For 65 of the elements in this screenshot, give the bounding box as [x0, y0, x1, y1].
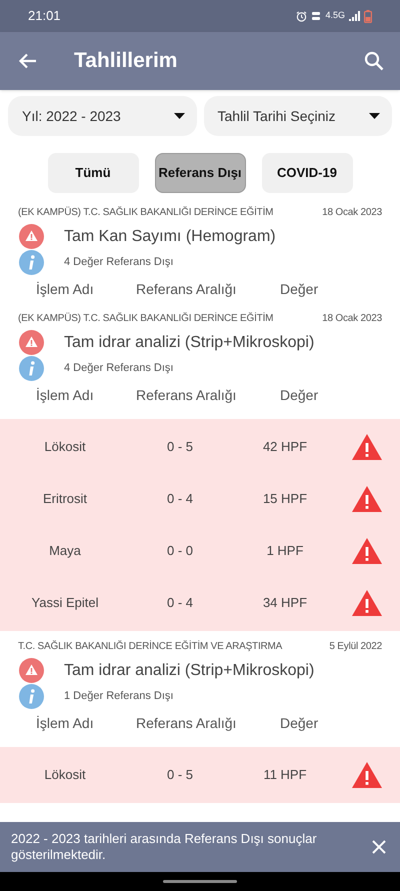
battery-icon [364, 10, 372, 22]
institution-name: (EK KAMPÜS) T.C. SAĞLIK BAKANLIĞI DERİNCE EĞİTİM [18, 311, 274, 326]
clock-time: 21:01 [28, 7, 61, 26]
test-name: Tam idrar analizi (Strip+Mikroskopi) [64, 660, 314, 680]
column-header: İşlem Adı [35, 386, 95, 405]
close-icon[interactable] [372, 840, 386, 854]
filter-tab[interactable]: Tümü [48, 153, 138, 193]
out-of-range-count: 4 Değer Referans Dışı [64, 255, 174, 270]
table-cell-text: 34 HPF [262, 594, 308, 612]
out-of-range-count: 4 Değer Referans Dışı [64, 361, 174, 376]
table-cell-text: 0 - 5 [166, 438, 194, 456]
search-icon[interactable] [364, 51, 384, 71]
table-cell-text: 1 HPF [266, 542, 304, 560]
caret-icon [369, 113, 380, 119]
info-icon [19, 356, 44, 381]
network-type: 4.5G [325, 9, 345, 22]
table-cell-text: 15 HPF [262, 490, 308, 508]
warning-icon [352, 590, 382, 616]
table-cell-text: Lökosit [43, 438, 87, 456]
warning-icon [19, 330, 44, 355]
table-cell-text: Lökosit [43, 766, 87, 784]
info-icon [19, 250, 44, 275]
dropdown[interactable]: Tahlil Tarihi Seçiniz [204, 96, 392, 136]
table-cell-text: 0 - 4 [166, 594, 194, 612]
result-date: 5 Eylül 2022 [329, 640, 382, 654]
table-cell-text: 42 HPF [262, 438, 308, 456]
info-icon [19, 684, 44, 709]
snackbar-message: 2022 - 2023 tarihleri arasında Referans Dışı sonuçlar gösterilmektedir. [11, 831, 318, 863]
column-header: İşlem Adı [35, 714, 95, 733]
volte-icon [311, 11, 322, 21]
table-cell-text: 0 - 5 [166, 766, 194, 784]
warning-icon [352, 486, 382, 512]
warning-icon [19, 658, 44, 683]
dropdown[interactable]: Yıl: 2022 - 2023 [8, 96, 196, 136]
alarm-icon [296, 10, 308, 22]
test-name: Tam Kan Sayımı (Hemogram) [64, 226, 276, 246]
result-date: 18 Ocak 2023 [322, 206, 382, 220]
test-name: Tam idrar analizi (Strip+Mikroskopi) [64, 332, 314, 352]
filter-tab[interactable]: COVID-19 [262, 153, 352, 193]
out-of-range-count: 1 Değer Referans Dışı [64, 689, 174, 704]
table-cell-text: 0 - 0 [166, 542, 194, 560]
table-cell-text: Yassi Epitel [30, 594, 100, 612]
table-cell-text: Maya [48, 542, 82, 560]
back-arrow-icon[interactable] [18, 51, 38, 71]
table-cell-text: 11 HPF [262, 766, 308, 784]
column-header: Değer [280, 386, 320, 405]
filter-tab[interactable]: Referans Dışı [154, 153, 246, 193]
screen-title: Tahlillerim [74, 48, 178, 74]
warning-icon [352, 538, 382, 564]
column-header: İşlem Adı [35, 280, 95, 299]
column-header: Referans Aralığı [136, 714, 238, 733]
signal-icon [349, 11, 360, 21]
column-header: Değer [280, 280, 320, 299]
column-header: Referans Aralığı [136, 386, 238, 405]
warning-icon [352, 762, 382, 788]
column-header: Değer [280, 714, 320, 733]
result-date: 18 Ocak 2023 [322, 312, 382, 326]
institution-name: T.C. SAĞLIK BAKANLIĞI DERİNCE EĞİTİM VE ARAŞTIRMA [18, 639, 284, 654]
institution-name: (EK KAMPÜS) T.C. SAĞLIK BAKANLIĞI DERİNCE EĞİTİM [18, 205, 274, 220]
table-cell-text: 0 - 4 [166, 490, 194, 508]
caret-icon [174, 113, 184, 119]
warning-icon [352, 434, 382, 460]
table-cell-text: Eritrosit [42, 490, 88, 508]
column-header: Referans Aralığı [136, 280, 238, 299]
warning-icon [19, 224, 44, 249]
